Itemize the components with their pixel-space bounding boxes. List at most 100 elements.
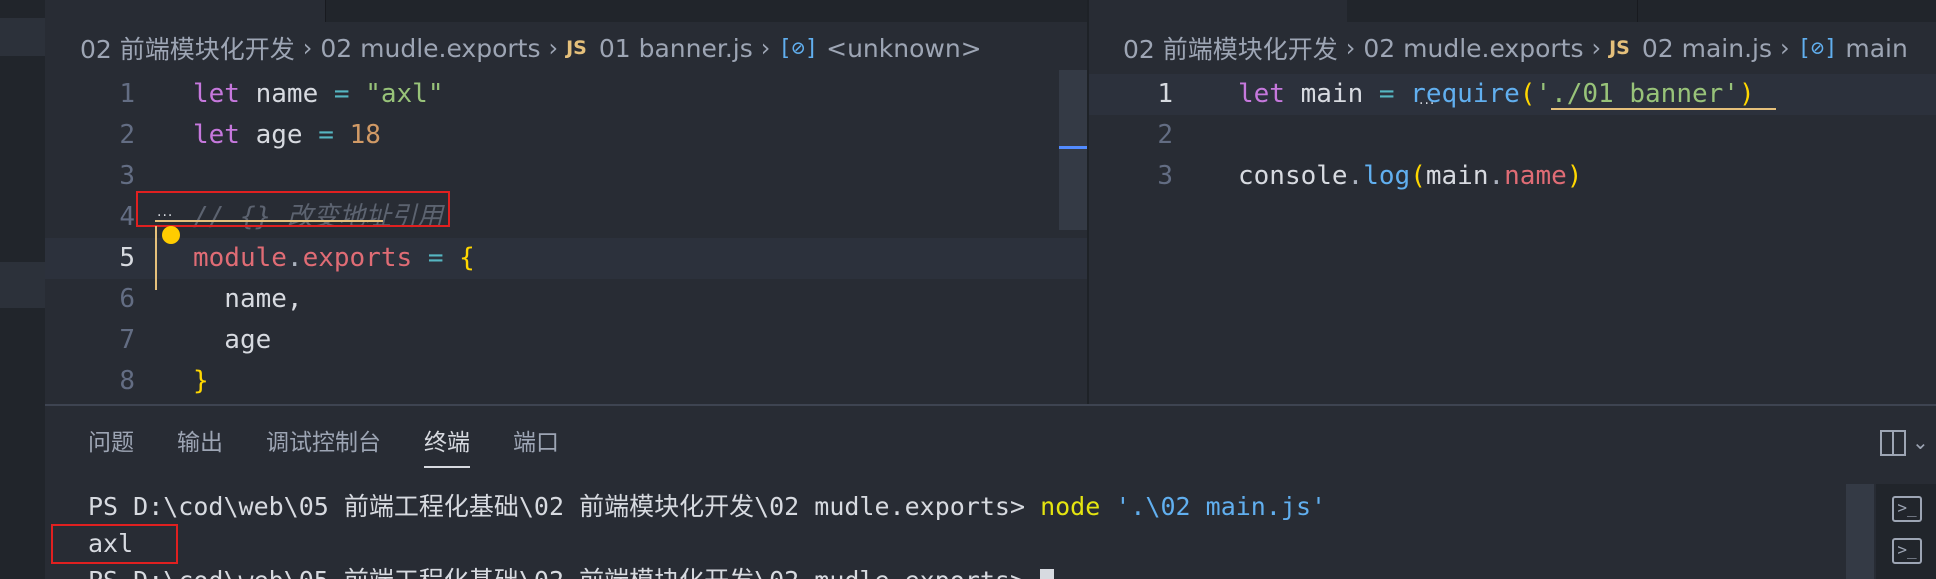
line-text: console.log(main.name) [1238,156,1582,197]
code-area[interactable]: 1 let main = require('./01 banner') 2 3 cons… [1089,74,1936,197]
panel-tab[interactable]: 终端 [424,424,490,468]
terminal-output[interactable]: PS D:\cod\web\05 前端工程化基础\02 前端模块化开发\02 m… [88,488,1836,579]
code-line[interactable]: 6 name, [45,279,1087,320]
breadcrumb-folder[interactable]: 02 前端模块化开发 [1123,30,1338,66]
breadcrumb-file[interactable]: 02 main.js [1642,34,1772,63]
bottom-panel: 问题 输出 调试控制台 终端 端口 ⌄ PS D:\cod\web\05 前端工程化基础… [45,406,1936,579]
breadcrumb-folder[interactable]: 02 前端模块化开发 [80,30,295,66]
panel-actions: ⌄ [1872,428,1936,464]
breadcrumb-subfolder[interactable]: 02 mudle.exports [320,34,540,63]
code-token: = [333,79,350,109]
code-token: module [193,243,287,273]
code-token: age [239,120,319,150]
line-number: 3 [1157,161,1173,191]
code-line[interactable]: 3 console.log(main.name) [1089,156,1936,197]
code-token: } [193,366,209,396]
chevron-right-icon: › [760,34,771,62]
line-number: 8 [119,366,135,396]
code-line[interactable]: 2 let age = 18 [45,115,1087,156]
terminal-icon[interactable]: >_ [1892,538,1922,564]
chevron-right-icon: › [302,34,313,62]
line-number: 1 [119,79,135,109]
warning-underline [1551,108,1776,110]
editor-tab[interactable] [1347,0,1638,22]
code-token: log [1363,161,1411,191]
vscode-window: 02 前端模块化开发 › 02 mudle.exports › JS 01 ba… [0,0,1936,579]
breadcrumb-file[interactable]: 01 banner.js [599,34,753,63]
terminal-list: >_ >_ [1876,484,1936,579]
activity-bar [0,0,45,579]
panel-tab[interactable]: 输出 [177,424,243,464]
editor-left[interactable]: 02 前端模块化开发 › 02 mudle.exports › JS 01 ba… [45,0,1087,404]
line-text: let age = 18 [193,115,381,156]
code-line[interactable]: 8} [45,361,1087,402]
code-token: let [193,120,240,150]
code-token: let [1238,79,1285,109]
breadcrumb-symbol[interactable]: main [1845,34,1907,63]
chevron-right-icon: › [548,34,559,62]
terminal-argument: '.\02 main.js' [1100,492,1327,521]
code-token: exports [302,243,413,273]
code-line[interactable]: 2 [1089,115,1936,156]
line-number: 1 [1157,79,1173,109]
chevron-right-icon: › [1591,34,1602,62]
code-token: { [459,243,475,273]
breadcrumb-symbol[interactable]: <unknown> [826,34,982,63]
code-line[interactable]: 5 module.exports = { [45,238,1087,279]
code-token: ( [1519,79,1536,109]
split-terminal-icon[interactable] [1880,430,1906,456]
code-line[interactable]: 7 age [45,320,1087,361]
terminal-cursor [1040,569,1055,579]
code-line[interactable]: 1 let main = require('./01 banner') [1089,74,1936,115]
panel-tabs: 问题 输出 调试控制台 终端 端口 [45,424,559,468]
code-token: name [239,79,334,109]
code-token: . [286,243,303,273]
code-token: './01 banner' [1535,79,1739,109]
editor-tab[interactable] [1089,0,1348,22]
line-number: 2 [119,120,135,150]
editor-right[interactable]: 02 前端模块化开发 › 02 mudle.exports › JS 02 ma… [1089,0,1936,404]
code-area[interactable]: 1 let name = "axl" 2 let age = 18 3 4// {} 改变… [45,74,1087,402]
editor-tab[interactable] [45,0,326,22]
line-text: age [193,320,271,361]
line-number: 2 [1157,120,1173,150]
breadcrumb: 02 前端模块化开发 › 02 mudle.exports › JS 02 ma… [1089,28,1936,68]
chevron-down-icon[interactable]: ⌄ [1912,430,1929,454]
line-number: 6 [119,284,135,314]
bracket-guide [155,226,157,290]
terminal-line: axl [88,525,1836,562]
terminal-prompt: PS D:\cod\web\05 前端工程化基础\02 前端模块化开发\02 m… [88,492,1041,521]
code-token: main [1425,161,1489,191]
code-token: 18 [349,120,381,150]
line-number: 4 [119,202,135,232]
symbol-variable-icon: [⊘] [1797,35,1838,61]
terminal-scrollbar[interactable] [1846,484,1874,579]
code-line[interactable]: 1 let name = "axl" [45,74,1087,115]
activity-item[interactable] [0,18,45,56]
panel-tab[interactable]: 问题 [88,424,154,464]
panel-tab[interactable]: 调试控制台 [266,424,401,464]
activity-item[interactable] [0,262,45,308]
lightbulb-icon[interactable] [162,226,180,244]
terminal-icon[interactable]: >_ [1892,496,1922,522]
code-token: ( [1410,161,1426,191]
js-file-icon: JS [566,37,587,59]
scrollbar-cursor-marker [1059,146,1087,149]
code-token: "axl" [365,79,444,109]
line-text: } [193,361,209,402]
editor-tabstrip [1089,0,1936,22]
line-text: module.exports = { [193,238,475,279]
code-token: . [1347,161,1364,191]
breadcrumb: 02 前端模块化开发 › 02 mudle.exports › JS 01 ba… [45,28,1087,68]
warning-underline [155,220,383,222]
breadcrumb-subfolder[interactable]: 02 mudle.exports [1363,34,1583,63]
editor-scrollbar[interactable] [1059,70,1087,230]
panel-tab[interactable]: 端口 [513,424,579,464]
code-token: = [1378,79,1395,109]
terminal-prompt: PS D:\cod\web\05 前端工程化基础\02 前端模块化开发\02 m… [88,566,1040,579]
chevron-right-icon: › [1345,34,1356,62]
terminal-line: PS D:\cod\web\05 前端工程化基础\02 前端模块化开发\02 m… [88,562,1836,579]
